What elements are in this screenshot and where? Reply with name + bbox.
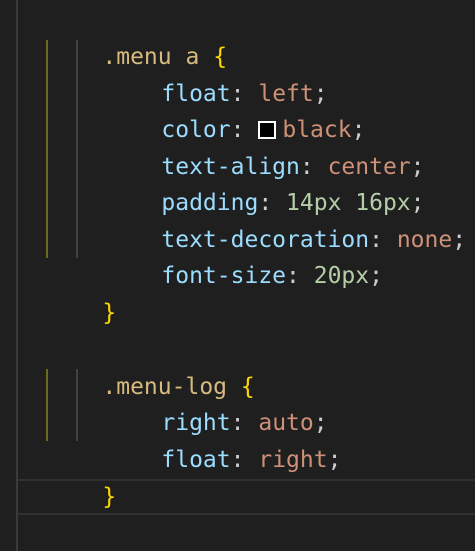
css-value: 20px — [313, 263, 370, 289]
code-line: color: black; — [161, 117, 366, 143]
css-property: float — [161, 447, 231, 473]
code-line: text-align: center; — [161, 154, 425, 180]
css-value: none — [396, 227, 453, 253]
code-line: right: auto; — [161, 410, 328, 436]
code-editor[interactable]: .menu a { float: left; color: black; tex… — [0, 0, 475, 551]
gutter-border — [16, 0, 18, 551]
code-line: } — [47, 259, 116, 326]
code-line: text-decoration: none; — [161, 227, 467, 253]
code-line: float: left; — [161, 81, 328, 107]
css-property: font-size — [161, 263, 287, 289]
code-line: .menu-log { — [47, 333, 254, 400]
css-value: right — [258, 447, 328, 473]
code-line: float: right; — [161, 447, 342, 473]
code-line: } — [47, 443, 116, 510]
code-line: font-size: 20px; — [161, 263, 383, 289]
current-line-highlight[interactable] — [18, 479, 475, 515]
code-line: .menu a { — [47, 3, 227, 70]
close-brace: } — [102, 300, 117, 326]
code-line: padding: 14px 16px; — [161, 190, 425, 216]
